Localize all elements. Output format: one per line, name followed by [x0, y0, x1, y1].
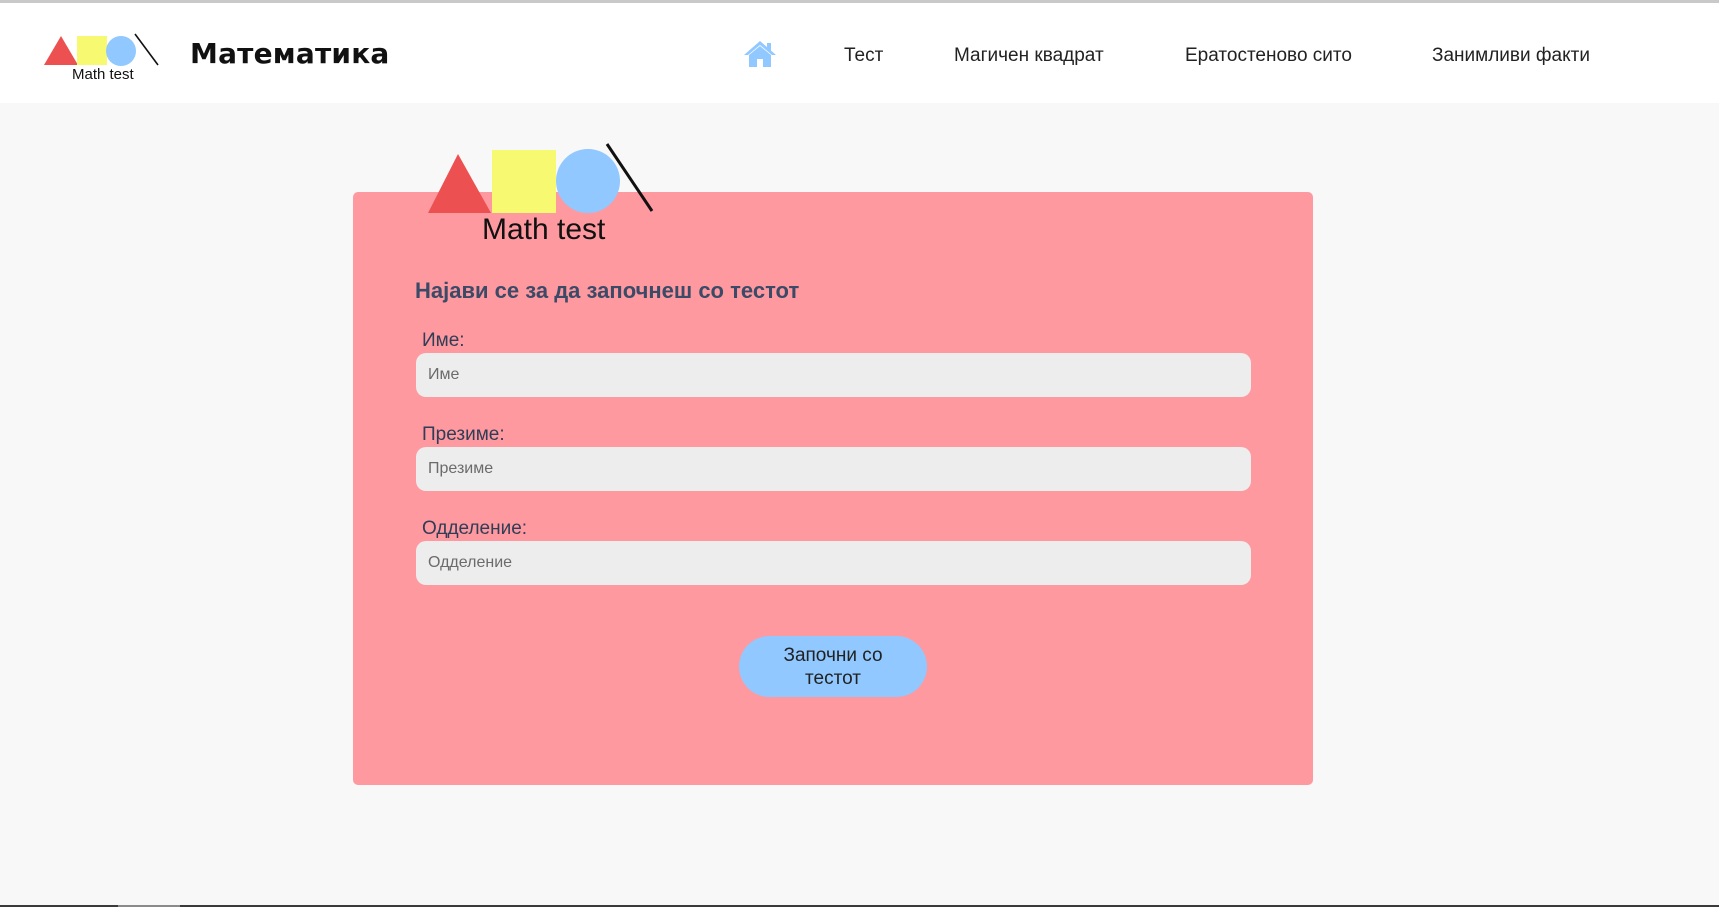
- nav-link-test[interactable]: Тест: [844, 45, 883, 67]
- card-logo-triangle: [428, 154, 491, 213]
- last-name-label: Презиме:: [422, 424, 505, 445]
- nav-link-fun-facts[interactable]: Занимливи факти: [1432, 45, 1590, 67]
- home-icon: [744, 41, 776, 67]
- start-test-button[interactable]: Започни со тестот: [739, 636, 927, 697]
- card-math-test-logo: Math test: [425, 141, 655, 245]
- card-logo-square: [492, 150, 556, 213]
- first-name-label: Име:: [422, 330, 465, 351]
- last-name-input[interactable]: [416, 447, 1251, 491]
- card-logo-circle: [556, 149, 620, 213]
- navbar: Math test Математика Тест Магичен квадра…: [0, 3, 1719, 103]
- grade-input[interactable]: [416, 541, 1251, 585]
- nav-link-sieve-of-eratosthenes[interactable]: Ератостеново сито: [1185, 45, 1352, 67]
- grade-label: Одделение:: [422, 518, 528, 539]
- nav-link-magic-square[interactable]: Магичен квадрат: [954, 45, 1104, 67]
- form-heading: Најави се за да започнеш со тестот: [415, 278, 800, 303]
- home-link[interactable]: [743, 39, 777, 69]
- main-nav: Тест Магичен квадрат Ератостеново сито З…: [0, 39, 1719, 75]
- first-name-input[interactable]: [416, 353, 1251, 397]
- card-logo-caption: Math test: [482, 213, 606, 245]
